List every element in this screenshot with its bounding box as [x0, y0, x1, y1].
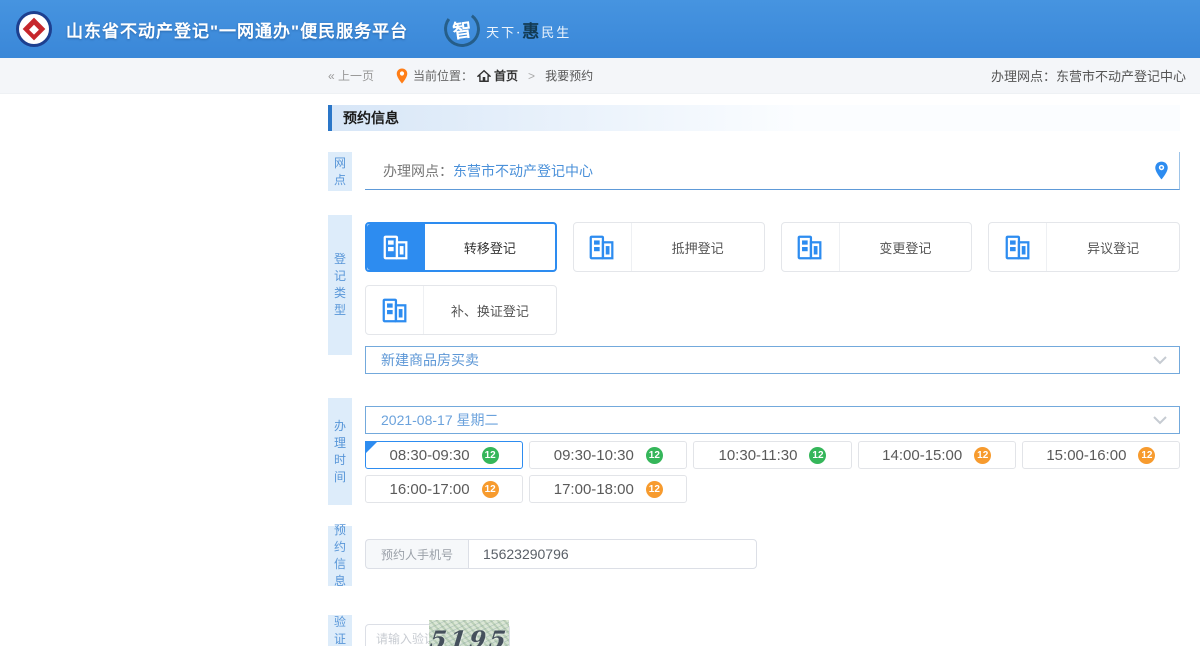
registration-type-label: 变更登记	[840, 223, 972, 271]
time-slot-label: 15:00-16:00	[1046, 447, 1126, 464]
slot-count-badge: 12	[809, 447, 826, 464]
phone-input-group: 预约人手机号	[365, 539, 757, 569]
location-pin-icon	[396, 68, 408, 84]
breadcrumb-current-page: 我要预约	[545, 67, 593, 84]
slot-count-badge: 12	[482, 481, 499, 498]
appointment-form: 预约信息 网点 办理网点： 东营市不动产登记中心 登记类型	[0, 94, 1200, 646]
slogan-end: 民生	[541, 26, 571, 41]
slot-count-badge: 12	[646, 481, 663, 498]
page-title: 山东省不动产登记"一网通办"便民服务平台	[66, 17, 408, 42]
reg-subtype-select[interactable]: 新建商品房买卖	[365, 346, 1180, 374]
time-slot-label: 17:00-18:00	[554, 481, 634, 498]
time-slot-button[interactable]: 08:30-09:30 12	[365, 441, 523, 469]
time-slot-button[interactable]: 09:30-10:30 12	[529, 441, 687, 469]
captcha-code-text: 5195	[428, 625, 510, 646]
time-slot-label: 09:30-10:30	[554, 447, 634, 464]
time-slot-button[interactable]: 14:00-15:00 12	[858, 441, 1016, 469]
map-pin-icon[interactable]	[1154, 161, 1169, 180]
reg-subtype-value: 新建商品房买卖	[381, 350, 479, 370]
breadcrumb-home-link[interactable]: 首页	[494, 67, 518, 84]
breadcrumb: « 上一页 当前位置： 首页 > 我要预约 办理网点：东营市不动产登记中心	[0, 58, 1200, 94]
date-select[interactable]: 2021-08-17 星期二	[365, 406, 1180, 434]
time-slot-button[interactable]: 16:00-17:00 12	[365, 475, 523, 503]
app-header: 山东省不动产登记"一网通办"便民服务平台 智 天下·惠民生	[0, 0, 1200, 58]
time-slot-grid: 08:30-09:30 12 09:30-10:30 12 10:30-11:3…	[365, 441, 1180, 503]
slogan-big: 惠	[522, 22, 541, 42]
captcha-group: 验证码 5195	[328, 615, 1180, 646]
office-select-field[interactable]: 办理网点： 东营市不动产登记中心	[365, 152, 1180, 190]
time-slot-label: 10:30-11:30	[719, 447, 798, 464]
chevron-down-icon	[1153, 416, 1167, 425]
platform-logo	[16, 11, 52, 47]
registration-type-group-label: 登记类型	[328, 215, 352, 355]
captcha-group-label: 验证码	[328, 615, 352, 646]
building-icon	[989, 223, 1047, 271]
office-field-label: 办理网点：	[383, 161, 453, 181]
registration-type-label: 异议登记	[1047, 223, 1179, 271]
time-slot-label: 16:00-17:00	[390, 481, 470, 498]
building-icon	[367, 224, 425, 270]
time-group-label: 办理时间	[328, 398, 352, 505]
phone-input[interactable]	[468, 539, 757, 569]
registration-type-label: 补、换证登记	[424, 286, 556, 334]
registration-type-label: 转移登记	[425, 224, 555, 270]
registration-type-card[interactable]: 转移登记	[365, 222, 557, 272]
home-icon	[477, 69, 491, 83]
registration-type-card[interactable]: 变更登记	[781, 222, 973, 272]
contact-group-label: 预约信息	[328, 526, 352, 586]
slot-count-badge: 12	[646, 447, 663, 464]
registration-type-group: 登记类型 转移登记 抵押登记	[328, 215, 1180, 374]
slot-count-badge: 12	[482, 447, 499, 464]
building-icon	[574, 223, 632, 271]
slogan-mid: 天下·	[486, 26, 522, 41]
registration-type-label: 抵押登记	[632, 223, 764, 271]
slogan-logo: 智 天下·惠民生	[444, 11, 571, 47]
time-slot-button[interactable]: 10:30-11:30 12	[693, 441, 851, 469]
contact-group: 预约信息 预约人手机号	[328, 526, 1180, 586]
site-group: 网点 办理网点： 东营市不动产登记中心	[328, 152, 1180, 191]
time-group: 办理时间 2021-08-17 星期二 08:30-09:30 12 09:30…	[328, 396, 1180, 505]
time-slot-label: 08:30-09:30	[390, 447, 470, 464]
section-title: 预约信息	[328, 105, 1180, 131]
chevron-down-icon	[1153, 356, 1167, 365]
slot-count-badge: 12	[974, 447, 991, 464]
registration-type-card[interactable]: 抵押登记	[573, 222, 765, 272]
current-location-label: 当前位置：	[413, 67, 473, 84]
phone-field-label: 预约人手机号	[365, 539, 468, 569]
building-icon	[366, 286, 424, 334]
time-slot-button[interactable]: 17:00-18:00 12	[529, 475, 687, 503]
office-info-text: 办理网点：东营市不动产登记中心	[991, 66, 1186, 85]
breadcrumb-separator: >	[528, 69, 535, 83]
time-slot-label: 14:00-15:00	[882, 447, 962, 464]
captcha-image[interactable]: 5195	[429, 620, 509, 646]
office-field-value: 东营市不动产登记中心	[453, 161, 593, 181]
back-link[interactable]: « 上一页	[328, 67, 374, 84]
slot-count-badge: 12	[1138, 447, 1155, 464]
reg-type-grid: 转移登记 抵押登记 变更登记	[365, 222, 1180, 335]
registration-type-card[interactable]: 异议登记	[988, 222, 1180, 272]
building-icon	[782, 223, 840, 271]
date-select-value: 2021-08-17 星期二	[381, 410, 499, 430]
site-group-label: 网点	[328, 152, 352, 191]
slogan-first-char: 智	[442, 9, 483, 50]
registration-type-card[interactable]: 补、换证登记	[365, 285, 557, 335]
time-slot-button[interactable]: 15:00-16:00 12	[1022, 441, 1180, 469]
